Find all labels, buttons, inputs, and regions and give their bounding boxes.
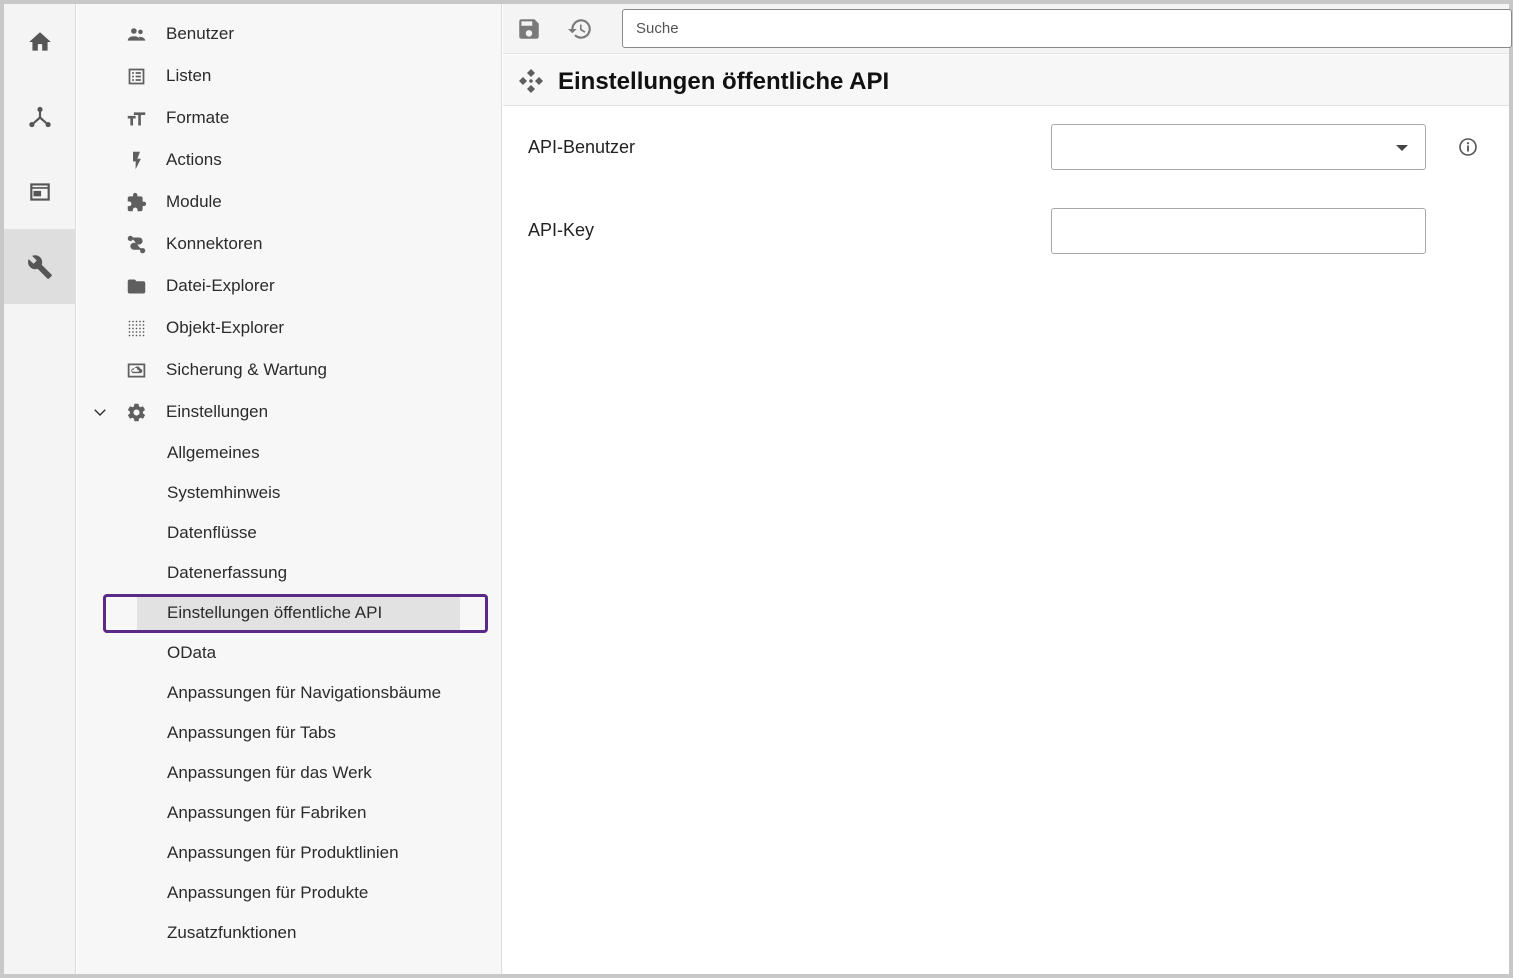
tree-item-label: Module: [166, 192, 222, 211]
sub-item-fabriken[interactable]: Anpassungen für Fabriken: [137, 796, 460, 830]
icon-rail: [4, 4, 76, 974]
sub-item-label: Datenflüsse: [167, 523, 257, 542]
sub-item-label: OData: [167, 643, 217, 662]
rail-hierarchy[interactable]: [4, 79, 76, 154]
route-icon: [125, 233, 147, 255]
sub-item-tabs[interactable]: Anpassungen für Tabs: [137, 716, 460, 750]
sub-item-label: Anpassungen für Produkte: [167, 883, 369, 902]
tree-item-label: Benutzer: [166, 24, 235, 43]
tree-item-konnektoren[interactable]: Konnektoren: [77, 225, 502, 263]
chevron-down-icon[interactable]: [91, 403, 109, 421]
tree-item-label: Formate: [166, 108, 230, 127]
sub-item-produktlinien[interactable]: Anpassungen für Produktlinien: [137, 836, 460, 870]
dropdown-caret-icon: [1396, 145, 1408, 151]
window-icon: [30, 182, 50, 201]
tree-item-label: Listen: [166, 66, 212, 85]
users-icon: [125, 23, 147, 45]
sub-item-allgemeines[interactable]: Allgemeines: [137, 436, 460, 470]
tree-item-sicherung-wartung[interactable]: Sicherung & Wartung: [77, 351, 502, 389]
sub-item-label: Anpassungen für Navigationsbäume: [167, 683, 442, 702]
sub-item-werk[interactable]: Anpassungen für das Werk: [137, 756, 460, 790]
sub-item-datenfluesse[interactable]: Datenflüsse: [137, 516, 460, 550]
sub-item-produkte[interactable]: Anpassungen für Produkte: [137, 876, 460, 910]
history-icon: [568, 19, 591, 39]
sub-item-zusatzfunktionen[interactable]: Zusatzfunktionen: [137, 916, 460, 950]
sub-item-label: Anpassungen für das Werk: [167, 763, 372, 782]
gear-icon: [125, 401, 147, 423]
text-format-icon: [125, 107, 147, 129]
tree-item-label: Einstellungen: [166, 402, 269, 421]
tree-item-datei-explorer[interactable]: Datei-Explorer: [77, 267, 502, 305]
sub-item-label: Anpassungen für Fabriken: [167, 803, 367, 822]
sub-item-label: Allgemeines: [167, 443, 260, 462]
puzzle-icon: [125, 191, 147, 213]
api-user-label: API-Benutzer: [528, 137, 636, 157]
rail-window[interactable]: [4, 154, 76, 229]
toolbar: [503, 4, 1512, 54]
main-panel: Einstellungen öffentliche API API-Benutz…: [503, 4, 1512, 974]
hierarchy-icon: [29, 106, 51, 127]
app-window: Benutzer Listen Formate Actions Module K…: [0, 0, 1513, 978]
sub-item-label: Zusatzfunktionen: [167, 923, 297, 942]
info-icon[interactable]: [1458, 137, 1478, 157]
sub-item-label: Systemhinweis: [167, 483, 281, 502]
tree-item-label: Objekt-Explorer: [166, 318, 285, 337]
list-icon: [125, 65, 147, 87]
rail-tools[interactable]: [4, 229, 76, 304]
tree-item-formate[interactable]: Formate: [77, 99, 502, 137]
folder-icon: [125, 275, 147, 297]
tree-item-einstellungen[interactable]: Einstellungen: [77, 393, 502, 431]
page-header: Einstellungen öffentliche API: [503, 55, 1509, 106]
api-diamond-icon: [517, 67, 545, 95]
sub-item-label: Einstellungen öffentliche API: [167, 603, 383, 622]
rail-home[interactable]: [4, 4, 76, 79]
search-input[interactable]: [622, 9, 1512, 48]
api-key-input[interactable]: [1051, 208, 1426, 254]
page-title: Einstellungen öffentliche API: [558, 68, 890, 95]
sub-item-systemhinweis[interactable]: Systemhinweis: [137, 476, 460, 510]
sub-item-einstellungen-api[interactable]: Einstellungen öffentliche API: [137, 596, 460, 630]
sub-item-label: Anpassungen für Tabs: [167, 723, 336, 742]
tree-item-label: Actions: [166, 150, 222, 169]
save-icon: [519, 19, 539, 39]
tree-item-label: Sicherung & Wartung: [166, 360, 327, 379]
wrench-icon: [28, 254, 52, 279]
dot-grid-icon: [125, 317, 147, 339]
sub-item-odata[interactable]: OData: [137, 636, 460, 670]
revert-button[interactable]: [563, 12, 597, 46]
api-key-label: API-Key: [528, 220, 595, 240]
backup-icon: [125, 359, 147, 381]
sub-item-label: Anpassungen für Produktlinien: [167, 843, 399, 862]
tree-item-label: Datei-Explorer: [166, 276, 275, 295]
sub-item-datenerfassung[interactable]: Datenerfassung: [137, 556, 460, 590]
api-user-select[interactable]: [1051, 124, 1426, 170]
navigation-tree: Benutzer Listen Formate Actions Module K…: [77, 4, 502, 974]
save-button[interactable]: [512, 12, 546, 46]
home-icon: [29, 31, 51, 51]
sub-item-label: Datenerfassung: [167, 563, 288, 582]
tree-item-module[interactable]: Module: [77, 183, 502, 221]
tree-item-benutzer[interactable]: Benutzer: [77, 15, 502, 53]
tree-item-listen[interactable]: Listen: [77, 57, 502, 95]
tree-item-objekt-explorer[interactable]: Objekt-Explorer: [77, 309, 502, 347]
tree-item-label: Konnektoren: [166, 234, 263, 253]
tree-item-actions[interactable]: Actions: [77, 141, 502, 179]
lightning-icon: [125, 149, 147, 171]
sub-item-navigationsbaeume[interactable]: Anpassungen für Navigationsbäume: [137, 676, 460, 710]
